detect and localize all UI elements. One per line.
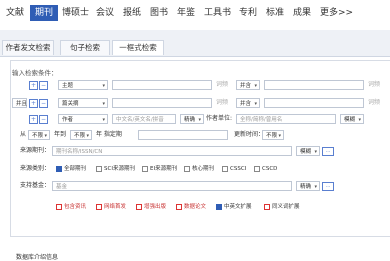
nav-chengguo[interactable]: 成果 [293, 6, 311, 20]
add-row-icon[interactable]: + [29, 81, 38, 90]
search-tabbar: 作者发文检索 句子检索 一框式检索 [0, 30, 390, 57]
extra-checkbox[interactable] [136, 204, 142, 210]
add-row-icon[interactable]: + [29, 115, 38, 124]
row2-keyword-input-2[interactable] [264, 98, 364, 108]
year-to-label: 年到 [54, 131, 67, 138]
source-label: 来源期刊： [20, 147, 51, 154]
extra-option: 同义词扩展 [272, 204, 300, 210]
update-time-label: 更新时间： [234, 131, 265, 138]
extra-option: 数据论文 [184, 204, 207, 210]
author-field-select[interactable]: 作者 ▾ [58, 114, 108, 124]
tab-single-box-search[interactable]: 一框式检索 [112, 40, 164, 55]
source-type-option: CSSCI [230, 166, 247, 172]
extra-checkbox[interactable] [176, 204, 182, 210]
row1-keyword-input[interactable] [112, 80, 212, 90]
nav-zhuanli[interactable]: 专利 [239, 6, 257, 20]
source-type-option: CSCD [262, 166, 278, 172]
source-type-label: 来源类别： [20, 165, 51, 172]
nav-boshuoshi[interactable]: 博硕士 [62, 6, 89, 20]
nav-huiyi[interactable]: 会议 [96, 6, 114, 20]
source-journal-input[interactable]: 期刊名称/ISSN/CN [52, 146, 292, 156]
fund-input[interactable]: 基金 [52, 181, 292, 191]
remove-row-icon[interactable]: − [39, 81, 48, 90]
row2-logic-select[interactable]: 并含 ▾ [236, 98, 260, 108]
fund-match-select[interactable]: 精确 ▾ [296, 181, 320, 191]
section-title: 输入检索条件： [12, 69, 58, 77]
update-time-select[interactable]: 不限 ▾ [262, 130, 284, 140]
nav-tushu[interactable]: 图书 [150, 6, 168, 20]
row1-freq[interactable]: 词频 [216, 80, 228, 90]
source-match-select[interactable]: 模糊 ▾ [296, 146, 320, 156]
to-year-select[interactable]: 不限 ▾ [70, 130, 92, 140]
source-more-button[interactable]: ··· [322, 147, 334, 156]
extra-checkbox[interactable] [264, 204, 270, 210]
from-label: 从 [20, 131, 27, 138]
remove-row-icon[interactable]: − [39, 99, 48, 108]
row2-freq[interactable]: 词频 [216, 98, 228, 108]
nav-more[interactable]: 更多>> [320, 6, 353, 20]
fund-label: 支持基金： [20, 182, 51, 189]
source-type-checkbox[interactable] [254, 166, 260, 172]
author-unit-input[interactable]: 全称/简称/曾用名 [236, 114, 336, 124]
row2-op-select[interactable]: 并且 [12, 98, 27, 108]
tab-sentence-search[interactable]: 句子检索 [60, 40, 110, 55]
author-match-select[interactable]: 精确 ▾ [180, 114, 204, 124]
extra-checkbox[interactable] [216, 204, 222, 210]
row2-freq-2[interactable]: 词频 [368, 98, 380, 108]
source-type-option: EI来源期刊 [150, 166, 178, 172]
nav-nianjian[interactable]: 年鉴 [177, 6, 195, 20]
nav-baozhi[interactable]: 报纸 [123, 6, 141, 20]
nav-qikan[interactable]: 期刊 [30, 5, 59, 21]
from-year-select[interactable]: 不限 ▾ [28, 130, 50, 140]
tab-author-search[interactable]: 作者发文检索 [2, 40, 54, 55]
source-type-option: 核心期刊 [192, 166, 215, 172]
nav-wenxian[interactable]: 文献 [6, 6, 24, 20]
nav-biaozhun[interactable]: 标准 [266, 6, 284, 20]
extra-checkbox[interactable] [96, 204, 102, 210]
source-type-checkbox[interactable] [184, 166, 190, 172]
source-type-checkbox[interactable] [142, 166, 148, 172]
nav-gongjushu[interactable]: 工具书 [204, 6, 231, 20]
extra-option: 包含资讯 [64, 204, 87, 210]
row1-keyword-input-2[interactable] [264, 80, 364, 90]
row1-logic-select[interactable]: 并含 ▾ [236, 80, 260, 90]
author-input[interactable]: 中文名/英文名/拼音 [112, 114, 176, 124]
source-type-checkbox[interactable] [222, 166, 228, 172]
add-row-icon[interactable]: + [29, 99, 38, 108]
author-unit-fuzzy-select[interactable]: 模糊 ▾ [340, 114, 364, 124]
row1-field-select[interactable]: 主题 ▾ [58, 80, 108, 90]
top-nav: 文献 期刊 博硕士 会议 报纸 图书 年鉴 工具书 专利 标准 成果 更多>> [0, 0, 390, 26]
row2-keyword-input[interactable] [112, 98, 212, 108]
extra-checkbox[interactable] [56, 204, 62, 210]
specified-period-input[interactable] [138, 130, 228, 140]
fund-more-button[interactable]: ··· [322, 182, 334, 191]
source-type-option: SCI来源期刊 [104, 166, 135, 172]
source-type-checkbox[interactable] [96, 166, 102, 172]
source-type-option: 全部期刊 [64, 166, 87, 172]
row2-field-select[interactable]: 篇关摘 ▾ [58, 98, 108, 108]
row1-freq-2[interactable]: 词频 [368, 80, 380, 90]
extra-option: 网络首发 [104, 204, 127, 210]
remove-row-icon[interactable]: − [39, 115, 48, 124]
source-type-checkbox[interactable] [56, 166, 62, 172]
author-unit-label: 作者单位: [206, 115, 233, 122]
extra-option: 增强出版 [144, 204, 167, 210]
extra-option: 中英文扩展 [224, 204, 252, 210]
specified-period-label: 年 指定期 [96, 131, 122, 138]
